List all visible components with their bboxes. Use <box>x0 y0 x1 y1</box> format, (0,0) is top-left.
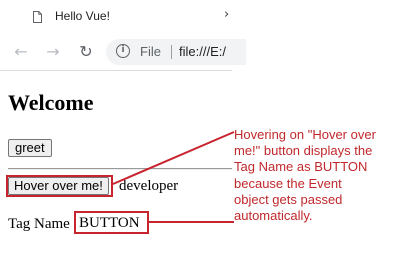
browser-toolbar: ← → ↻ i File file:///E:/ <box>0 34 246 70</box>
screenshot-frame: Hello Vue! › ← → ↻ i File file:///E:/ We… <box>0 0 402 255</box>
tag-name-label: Tag Name <box>8 216 70 232</box>
scheme-label: File <box>140 44 161 59</box>
greet-button[interactable]: greet <box>8 139 52 157</box>
tab-overflow-icon[interactable]: › <box>224 7 229 23</box>
developer-text: developer <box>119 178 179 194</box>
omnibox-divider <box>171 45 172 59</box>
annotation-text: Hovering on "Hover over me!" button disp… <box>234 127 402 224</box>
annotation-line: object gets passed <box>234 191 343 207</box>
document-icon <box>33 11 42 23</box>
annotation-line: automatically. <box>234 208 313 224</box>
arrow-left-icon[interactable]: ← <box>12 43 30 61</box>
hover-button-highlight <box>6 175 113 197</box>
annotation-line: Tag Name as BUTTON <box>234 159 368 175</box>
annotation-line: because the Event <box>234 175 342 191</box>
arrow-right-icon[interactable]: → <box>44 43 62 61</box>
url-text[interactable]: file:///E:/ <box>179 43 226 61</box>
reload-icon[interactable]: ↻ <box>77 43 95 61</box>
browser-tab[interactable]: Hello Vue! › <box>0 0 232 34</box>
tab-title: Hello Vue! <box>55 9 110 23</box>
toolbar-divider <box>0 70 232 71</box>
address-bar[interactable]: i File file:///E:/ <box>106 39 246 65</box>
info-icon[interactable]: i <box>116 44 130 58</box>
horizontal-rule <box>8 168 232 170</box>
annotation-line: Hovering on "Hover over <box>234 127 376 142</box>
annotation-line: me!" button displays the <box>234 143 373 159</box>
tag-name-highlight <box>74 211 149 234</box>
page-heading: Welcome <box>8 90 94 115</box>
